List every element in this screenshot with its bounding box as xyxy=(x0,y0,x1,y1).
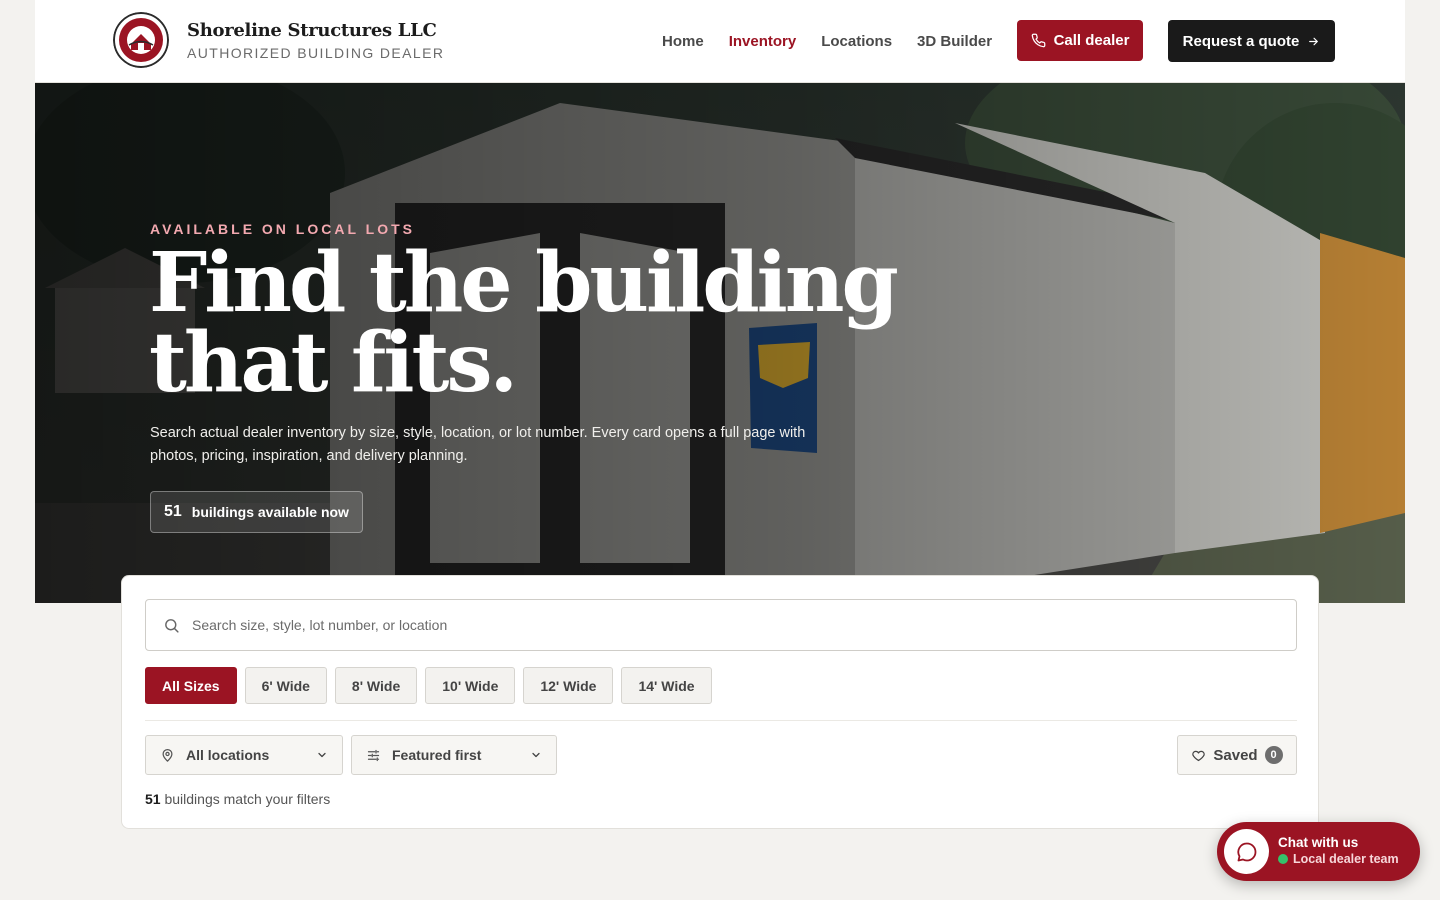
brand-name[interactable]: Shoreline Structures LLC xyxy=(187,20,437,41)
chevron-down-icon xyxy=(532,752,540,758)
chip-8-wide[interactable]: 8' Wide xyxy=(334,667,418,704)
nav-home[interactable]: Home xyxy=(662,33,704,50)
available-count: 51 xyxy=(164,503,182,520)
request-quote-button[interactable]: Request a quote xyxy=(1168,20,1335,62)
chat-title: Chat with us xyxy=(1278,835,1359,850)
chat-subtitle: Local dealer team xyxy=(1293,852,1399,866)
chat-bubble-icon xyxy=(1236,842,1256,861)
online-status-indicator xyxy=(1278,854,1288,864)
request-quote-label: Request a quote xyxy=(1182,32,1300,50)
nav-locations[interactable]: Locations xyxy=(821,33,892,50)
results-count: 51 buildings match your filters xyxy=(145,791,330,807)
search-field[interactable]: Search size, style, lot number, or locat… xyxy=(145,599,1297,651)
chevron-down-icon xyxy=(318,752,326,758)
results-count-number: 51 xyxy=(145,791,161,807)
sort-select[interactable]: Featured first xyxy=(351,735,557,775)
call-dealer-button[interactable]: Call dealer xyxy=(1017,20,1143,61)
nav-inventory[interactable]: Inventory xyxy=(729,33,797,50)
sort-select-value: Featured first xyxy=(392,747,482,763)
hero-headline-line-2: that fits. xyxy=(149,315,518,411)
page: Shoreline Structures LLC AUTHORIZED BUIL… xyxy=(35,0,1405,900)
chip-12-wide[interactable]: 12' Wide xyxy=(523,667,614,704)
location-select-value: All locations xyxy=(186,747,270,763)
nav-3d-builder[interactable]: 3D Builder xyxy=(917,33,992,50)
arrow-right-icon xyxy=(1309,37,1319,45)
hero-description: Search actual dealer inventory by size, … xyxy=(150,425,806,464)
site-header: Shoreline Structures LLC AUTHORIZED BUIL… xyxy=(35,0,1405,83)
chip-all-sizes[interactable]: All Sizes xyxy=(145,667,237,704)
call-dealer-label: Call dealer xyxy=(1053,32,1130,49)
results-count-label: buildings match your filters xyxy=(164,791,331,807)
filter-divider xyxy=(145,720,1297,721)
inventory-filter-panel: Search size, style, lot number, or locat… xyxy=(121,575,1319,829)
brand-logo[interactable] xyxy=(113,12,169,68)
location-select[interactable]: All locations xyxy=(145,735,343,775)
phone-icon xyxy=(1031,33,1045,48)
chip-14-wide[interactable]: 14' Wide xyxy=(621,667,712,704)
size-filter-chips: All Sizes 6' Wide 8' Wide 10' Wide 12' W… xyxy=(145,667,712,704)
available-label: buildings available now xyxy=(191,504,349,520)
chip-10-wide[interactable]: 10' Wide xyxy=(425,667,516,704)
search-input[interactable]: Search size, style, lot number, or locat… xyxy=(192,617,447,633)
saved-button[interactable]: Saved 0 xyxy=(1177,735,1297,775)
sliders-icon xyxy=(367,749,380,761)
available-count-badge: 51 buildings available now xyxy=(150,491,363,533)
saved-label: Saved xyxy=(1213,746,1258,764)
chat-icon-wrapper xyxy=(1224,829,1269,874)
chat-widget-button[interactable]: Chat with us Local dealer team xyxy=(1217,822,1420,881)
heart-icon xyxy=(1192,750,1206,761)
search-icon xyxy=(165,618,179,633)
chat-status: Local dealer team xyxy=(1278,852,1399,866)
map-pin-icon xyxy=(162,748,173,762)
main-nav: Home Inventory Locations 3D Builder xyxy=(662,33,992,50)
hero-section: AVAILABLE ON LOCAL LOTS Find the buildin… xyxy=(35,83,1405,603)
hero-headline: Find the building that fits. xyxy=(149,242,909,404)
chip-6-wide[interactable]: 6' Wide xyxy=(244,667,327,704)
saved-count-badge: 0 xyxy=(1264,746,1283,764)
brand-tagline: AUTHORIZED BUILDING DEALER xyxy=(187,45,445,61)
